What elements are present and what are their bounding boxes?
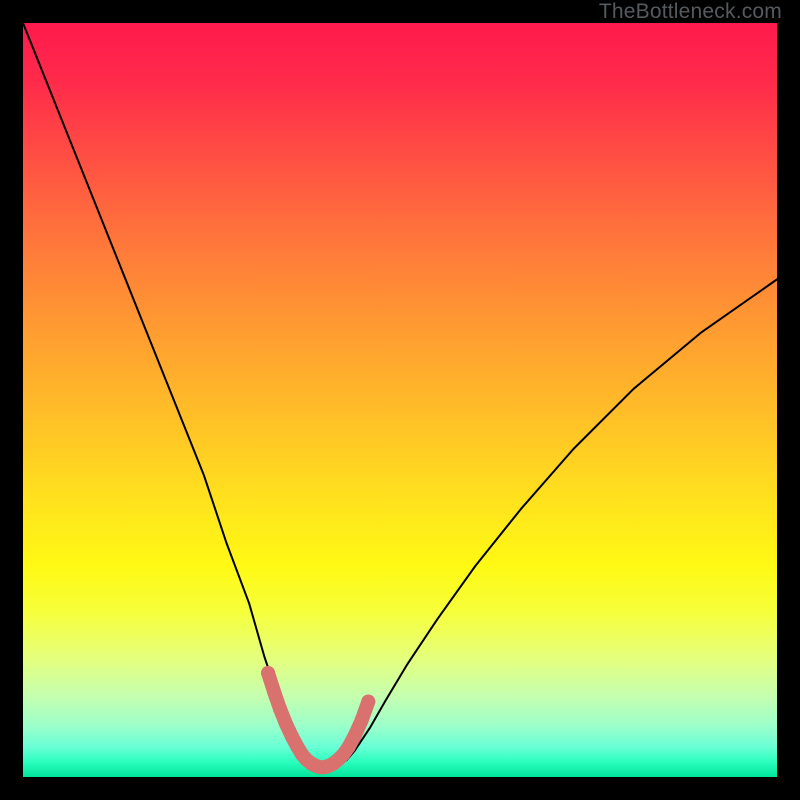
- chart-svg: [23, 23, 777, 777]
- highlight-dot: [261, 666, 275, 680]
- highlight-dot: [273, 702, 287, 716]
- highlight-dot: [355, 713, 369, 727]
- highlight-dot: [361, 695, 375, 709]
- plot-area: [23, 23, 777, 777]
- highlight-dot: [279, 717, 293, 731]
- chart-frame: TheBottleneck.com: [0, 0, 800, 800]
- highlight-dot: [267, 685, 281, 699]
- watermark-text: TheBottleneck.com: [599, 0, 782, 24]
- highlight-dot: [348, 729, 362, 743]
- bottleneck-curve: [23, 23, 777, 768]
